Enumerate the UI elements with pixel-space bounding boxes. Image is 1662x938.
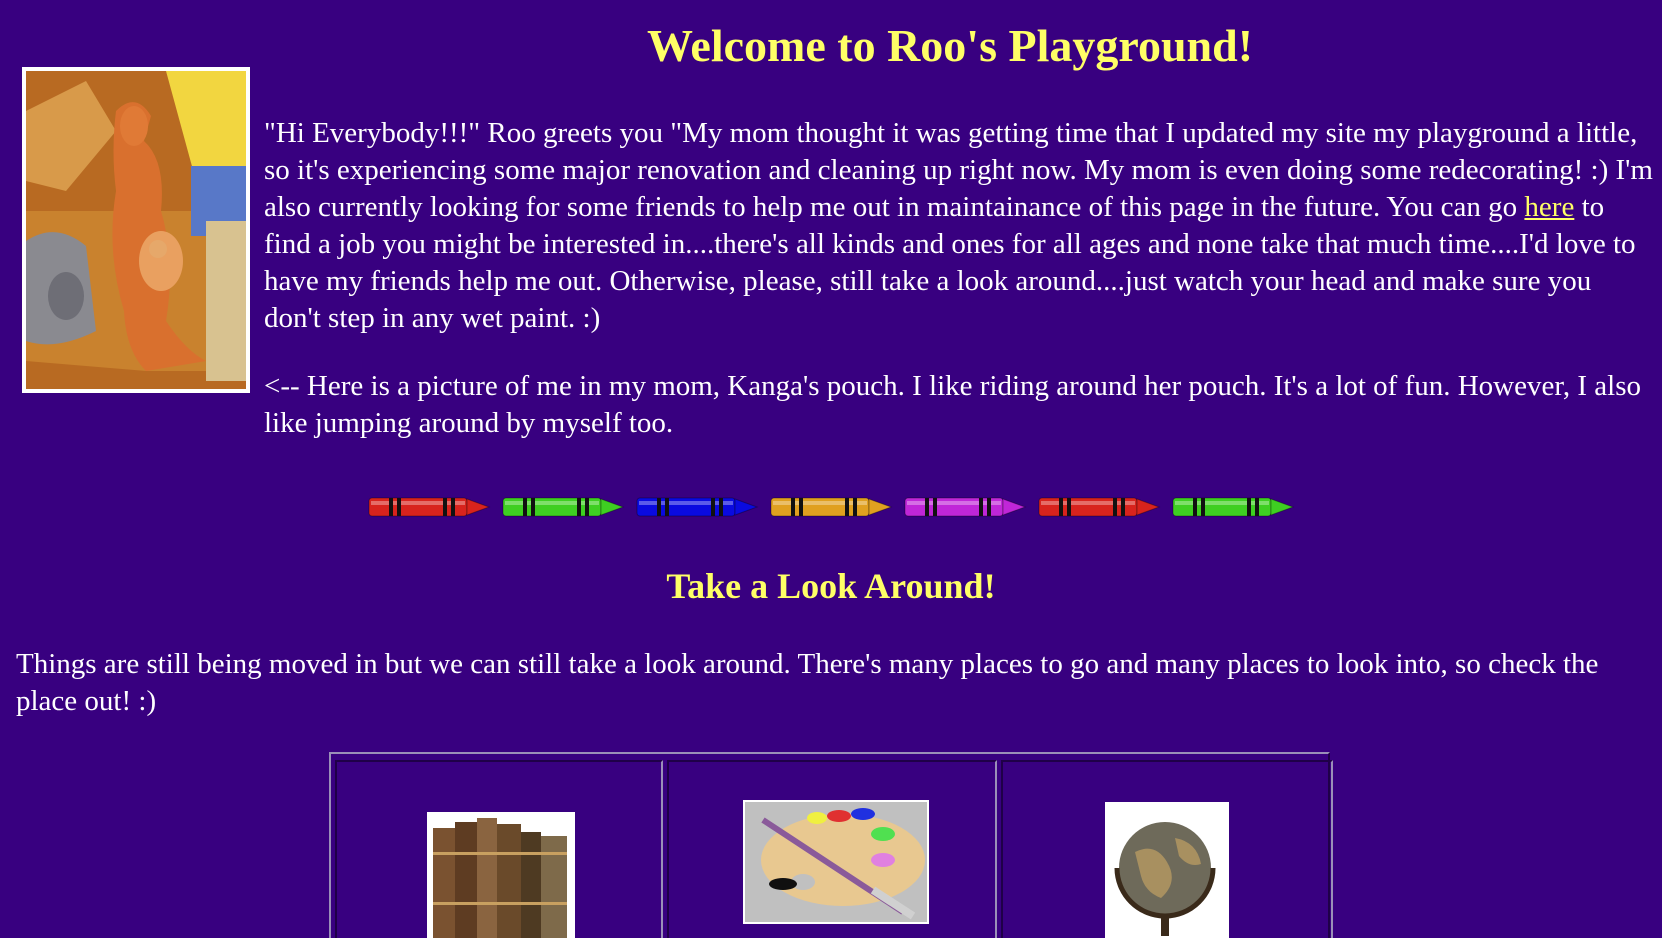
- paint-palette-icon: [743, 800, 929, 924]
- page-title: Welcome to Roo's Playground!: [646, 20, 1254, 71]
- nav-cell-art[interactable]: [667, 760, 997, 938]
- nav-cell-world[interactable]: [1001, 760, 1333, 938]
- intro-text-start: "Hi Everybody!!!" Roo greets you "My mom…: [264, 117, 1653, 223]
- crayon-icon: [1172, 497, 1295, 517]
- crayon-icon: [1038, 497, 1161, 517]
- crayon-icon: [502, 497, 625, 517]
- title-wrap: Welcome to Roo's Playground!: [250, 18, 1650, 74]
- nav-cell-library[interactable]: [335, 760, 663, 938]
- page: Welcome to Roo's Playground! "Hi Everybo…: [0, 0, 1662, 938]
- section-body: Things are still being moved in but we c…: [16, 648, 1599, 717]
- globe-icon: [1105, 802, 1229, 938]
- navigation-table: [329, 752, 1333, 938]
- picture-caption: <-- Here is a picture of me in my mom, K…: [264, 370, 1641, 439]
- kanga-roo-picture: [22, 67, 250, 393]
- crayon-divider: [367, 492, 1296, 522]
- here-link[interactable]: here: [1524, 191, 1574, 223]
- crayon-icon: [368, 497, 491, 517]
- books-icon: [427, 812, 575, 938]
- crayon-icon: [904, 497, 1027, 517]
- kanga-roo-illustration: [26, 71, 246, 389]
- crayon-icon: [770, 497, 893, 517]
- section-heading: Take a Look Around!: [666, 566, 996, 606]
- crayon-icon: [636, 497, 759, 517]
- intro-paragraph: "Hi Everybody!!!" Roo greets you "My mom…: [264, 115, 1654, 337]
